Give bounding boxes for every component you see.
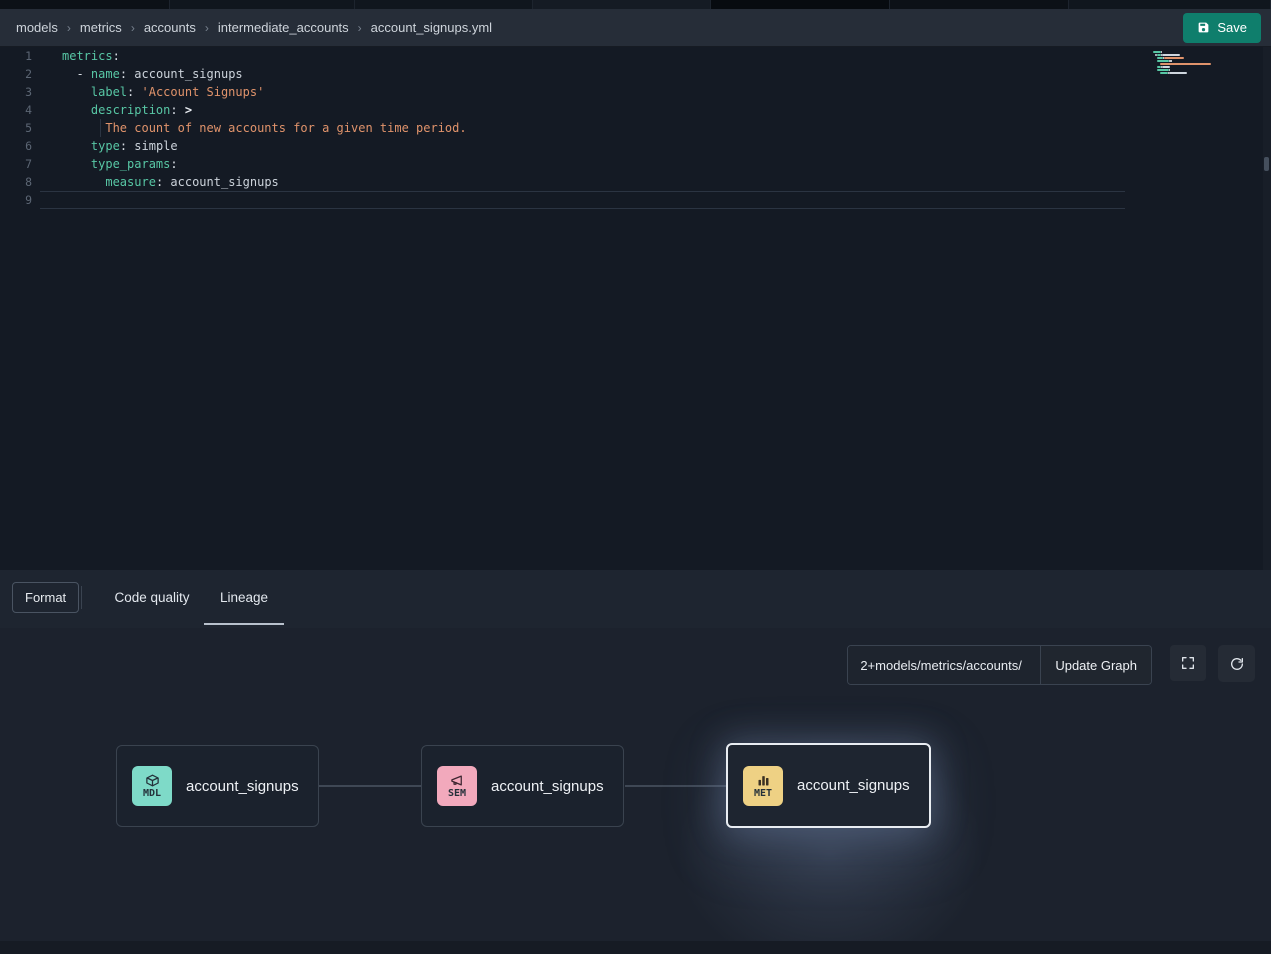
format-button[interactable]: Format — [12, 582, 79, 613]
chevron-right-icon: › — [358, 21, 362, 35]
chevron-right-icon: › — [131, 21, 135, 35]
code-line[interactable]: 2 - name: account_signups — [0, 65, 1271, 83]
canvas-footer — [0, 941, 1271, 954]
metric-badge: MET — [743, 766, 783, 806]
minimap[interactable] — [1153, 51, 1211, 75]
lineage-node-metric[interactable]: MET account_signups — [726, 743, 931, 828]
lineage-selector-input[interactable] — [848, 646, 1040, 684]
save-button[interactable]: Save — [1183, 13, 1261, 43]
lineage-selector-group: Update Graph — [847, 645, 1152, 685]
app-window: models › metrics › accounts › intermedia… — [0, 0, 1271, 954]
lineage-node-semantic-model[interactable]: SEM account_signups — [421, 745, 624, 827]
lineage-edge — [319, 785, 422, 787]
code-line[interactable]: 7 type_params: — [0, 155, 1271, 173]
node-label: account_signups — [491, 778, 604, 795]
code-line[interactable]: 6 type: simple — [0, 137, 1271, 155]
megaphone-icon — [450, 773, 465, 788]
code-line[interactable]: 3 label: 'Account Signups' — [0, 83, 1271, 101]
tab-segment[interactable] — [890, 0, 1069, 9]
tab-segment[interactable] — [1069, 0, 1271, 9]
lineage-edge — [625, 785, 727, 787]
model-badge: MDL — [132, 766, 172, 806]
line-number: 8 — [0, 173, 40, 191]
breadcrumb-item-models[interactable]: models — [16, 20, 58, 35]
lineage-canvas[interactable]: Update Graph MDL — [0, 628, 1271, 954]
bar-chart-icon — [756, 773, 771, 788]
lineage-node-model[interactable]: MDL account_signups — [116, 745, 319, 827]
indent-guide — [100, 119, 101, 137]
fullscreen-icon — [1180, 655, 1196, 671]
bottom-panel: Format Code quality Lineage Update Graph — [0, 570, 1271, 954]
tab-lineage[interactable]: Lineage — [204, 570, 284, 625]
tab-segment[interactable] — [533, 0, 711, 9]
breadcrumb-item-metrics[interactable]: metrics — [80, 20, 122, 35]
badge-label: MDL — [143, 788, 161, 799]
tab-segment[interactable] — [170, 0, 355, 9]
update-graph-button[interactable]: Update Graph — [1040, 646, 1151, 684]
line-number: 4 — [0, 101, 40, 119]
chevron-right-icon: › — [67, 21, 71, 35]
badge-label: MET — [754, 788, 772, 799]
cube-icon — [145, 773, 160, 788]
line-number: 2 — [0, 65, 40, 83]
save-button-label: Save — [1217, 20, 1247, 35]
save-icon — [1197, 21, 1210, 34]
line-number: 5 — [0, 119, 40, 137]
editor-scrollbar[interactable] — [1263, 47, 1271, 570]
fullscreen-button[interactable] — [1170, 645, 1206, 681]
vertical-divider — [81, 586, 82, 609]
code-line[interactable]: 9 — [0, 191, 1271, 209]
code-line[interactable]: 1metrics: — [0, 47, 1271, 65]
chevron-right-icon: › — [205, 21, 209, 35]
code-editor[interactable]: 1metrics:2 - name: account_signups3 labe… — [0, 47, 1271, 570]
line-number: 7 — [0, 155, 40, 173]
breadcrumb: models › metrics › accounts › intermedia… — [16, 20, 492, 35]
node-label: account_signups — [797, 777, 910, 794]
refresh-icon — [1229, 656, 1245, 672]
tab-segment[interactable] — [355, 0, 533, 9]
window-tabstrip — [0, 0, 1271, 9]
breadcrumb-bar: models › metrics › accounts › intermedia… — [0, 9, 1271, 47]
line-number: 6 — [0, 137, 40, 155]
code-line[interactable]: 5 The count of new accounts for a given … — [0, 119, 1271, 137]
badge-label: SEM — [448, 788, 466, 799]
tab-segment[interactable] — [711, 0, 890, 9]
breadcrumb-item-accounts[interactable]: accounts — [144, 20, 196, 35]
refresh-button[interactable] — [1218, 645, 1255, 682]
breadcrumb-item-intermediate-accounts[interactable]: intermediate_accounts — [218, 20, 349, 35]
code-line[interactable]: 4 description: > — [0, 101, 1271, 119]
tab-code-quality[interactable]: Code quality — [103, 570, 201, 625]
code-lines: 1metrics:2 - name: account_signups3 labe… — [0, 47, 1271, 209]
line-number: 1 — [0, 47, 40, 65]
node-label: account_signups — [186, 778, 299, 795]
line-number: 9 — [0, 191, 40, 209]
breadcrumb-item-file[interactable]: account_signups.yml — [371, 20, 492, 35]
tab-segment[interactable] — [0, 0, 170, 9]
scrollbar-thumb[interactable] — [1264, 157, 1269, 171]
code-line[interactable]: 8 measure: account_signups — [0, 173, 1271, 191]
line-number: 3 — [0, 83, 40, 101]
semantic-badge: SEM — [437, 766, 477, 806]
